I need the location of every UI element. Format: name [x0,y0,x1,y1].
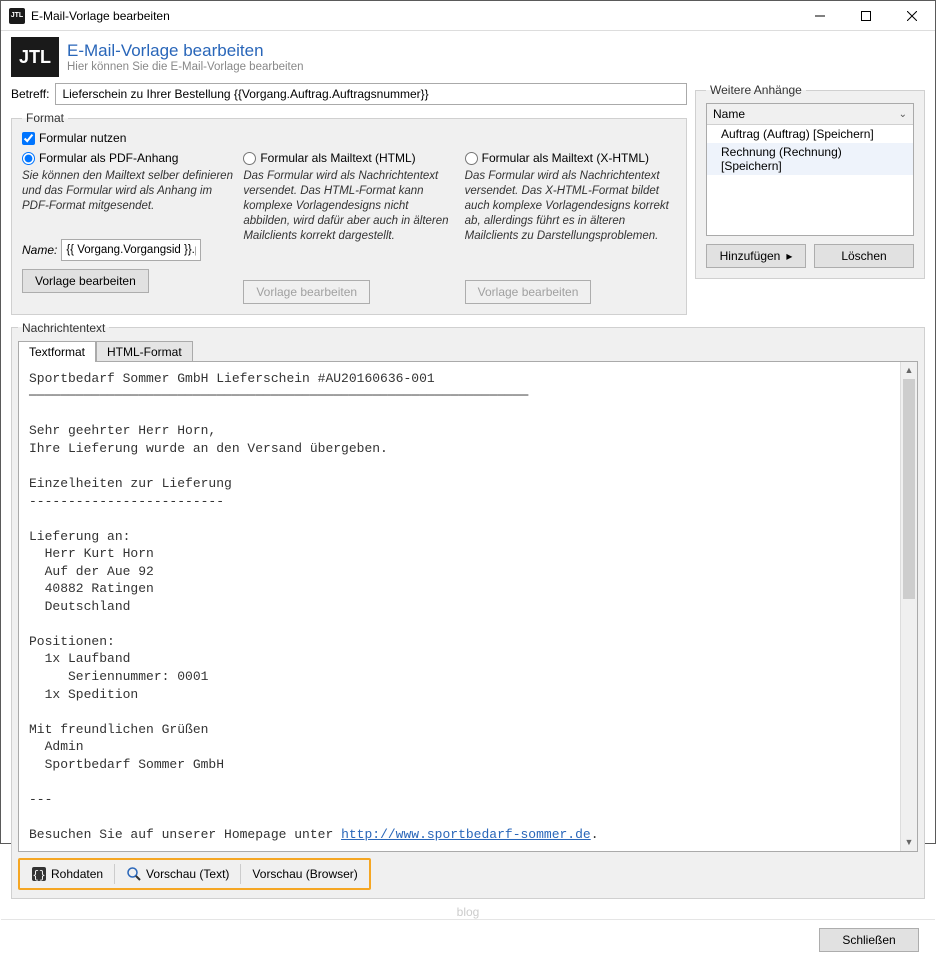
attachment-item[interactable]: Auftrag (Auftrag) [Speichern] [707,125,913,143]
pdf-desc: Sie können den Mailtext selber definiere… [22,169,233,233]
homepage-link[interactable]: http://www.sportbedarf-sommer.de [341,827,591,842]
format-fieldset: Format Formular nutzen Formular als PDF-… [11,111,687,315]
message-legend: Nachrichtentext [18,321,109,335]
html-desc: Das Formular wird als Nachrichtentext ve… [243,169,454,244]
scroll-up-icon[interactable]: ▲ [901,362,917,379]
radio-html[interactable] [243,152,256,165]
tab-textformat[interactable]: Textformat [18,341,96,362]
attachments-list[interactable]: Name ⌄ Auftrag (Auftrag) [Speichern] Rec… [706,103,914,236]
use-form-checkbox[interactable] [22,132,35,145]
window: JTL E-Mail-Vorlage bearbeiten JTL E-Mail… [0,0,936,844]
name-input[interactable] [61,239,201,261]
use-form-label: Formular nutzen [39,131,126,145]
expand-icon[interactable]: ⌄ [899,109,907,120]
scrollbar[interactable]: ▲ ▼ [900,362,917,852]
attachments-header[interactable]: Name ⌄ [707,104,913,125]
attachments-legend: Weitere Anhänge [706,83,806,97]
radio-pdf-label: Formular als PDF-Anhang [39,151,178,165]
magnifier-icon [126,866,142,882]
minimize-button[interactable] [797,1,843,31]
subject-input[interactable] [55,83,687,105]
svg-text:{}: {} [32,870,45,882]
edit-template-html-button: Vorlage bearbeiten [243,280,370,304]
radio-html-label: Formular als Mailtext (HTML) [260,151,415,165]
message-editor[interactable]: Sportbedarf Sommer GmbH Lieferschein #AU… [18,361,918,853]
edit-template-xhtml-button: Vorlage bearbeiten [465,280,592,304]
footer-bar: blog [1,905,935,919]
window-title: E-Mail-Vorlage bearbeiten [31,9,797,23]
delete-attachment-button[interactable]: Löschen [814,244,914,268]
logo: JTL [11,37,59,77]
radio-xhtml[interactable] [465,152,478,165]
close-button[interactable] [889,1,935,31]
tab-htmlformat[interactable]: HTML-Format [96,341,193,362]
xhtml-desc: Das Formular wird als Nachrichtentext ve… [465,169,676,244]
footer-text: blog [457,905,480,919]
add-attachment-button[interactable]: Hinzufügen▸ [706,244,806,268]
dropdown-arrow-icon: ▸ [786,249,792,263]
app-icon: JTL [9,8,25,24]
preview-text-button[interactable]: Vorschau (Text) [118,863,237,885]
attachment-item[interactable]: Rechnung (Rechnung) [Speichern] [707,143,913,175]
radio-xhtml-label: Formular als Mailtext (X-HTML) [482,151,649,165]
maximize-button[interactable] [843,1,889,31]
scroll-down-icon[interactable]: ▼ [901,834,917,851]
page-title: E-Mail-Vorlage bearbeiten [67,41,304,61]
name-label: Name: [22,243,57,257]
scroll-thumb[interactable] [903,379,915,599]
format-legend: Format [22,111,68,125]
header: JTL E-Mail-Vorlage bearbeiten Hier könne… [1,31,935,83]
message-fieldset: Nachrichtentext Textformat HTML-Format S… [11,321,925,900]
preview-browser-button[interactable]: Vorschau (Browser) [244,864,365,884]
titlebar: JTL E-Mail-Vorlage bearbeiten [1,1,935,31]
close-dialog-button[interactable]: Schließen [819,928,919,952]
braces-icon: {} [31,866,47,882]
edit-template-pdf-button[interactable]: Vorlage bearbeiten [22,269,149,293]
raw-data-button[interactable]: {} Rohdaten [23,863,111,885]
attachments-fieldset: Weitere Anhänge Name ⌄ Auftrag (Auftrag)… [695,83,925,279]
page-subtitle: Hier können Sie die E-Mail-Vorlage bearb… [67,61,304,73]
subject-label: Betreff: [11,87,49,101]
radio-pdf[interactable] [22,152,35,165]
preview-toolbar: {} Rohdaten Vorschau (Text) Vorschau (Br… [18,858,371,890]
